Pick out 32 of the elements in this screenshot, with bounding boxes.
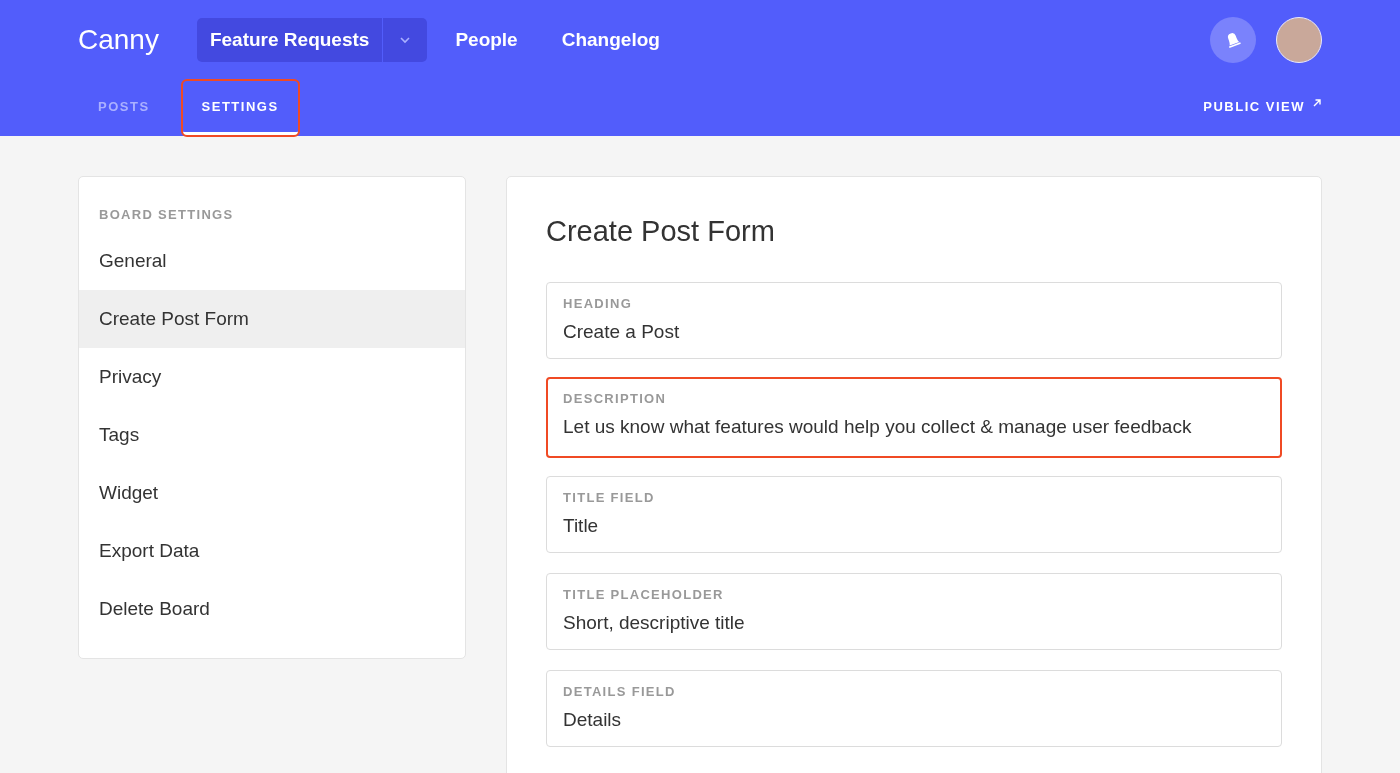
- field-label: TITLE PLACEHOLDER: [563, 587, 725, 602]
- input-field[interactable]: TITLE FIELD Title: [546, 476, 1282, 553]
- field-label: DETAILS FIELD: [563, 684, 677, 699]
- form-title: Create Post Form: [546, 215, 776, 248]
- text-input[interactable]: Title: [563, 515, 1265, 537]
- sidebar-item[interactable]: Create Post Form: [79, 290, 465, 348]
- text-input[interactable]: Let us know what features would help you collect & manage user feedback: [563, 416, 1265, 438]
- nav-link[interactable]: People: [455, 29, 518, 51]
- external-arrow-icon: [1312, 98, 1322, 108]
- input-field[interactable]: DESCRIPTION Let us know what features would help you collect & manage user feedback: [546, 377, 1282, 458]
- avatar[interactable]: [1276, 17, 1322, 63]
- text-input[interactable]: Create a Post: [563, 321, 1265, 343]
- sidebar-item[interactable]: General: [79, 232, 465, 290]
- nav-link[interactable]: Changelog: [561, 29, 660, 51]
- sidebar-heading: BOARD SETTINGS: [98, 206, 235, 224]
- sidebar-item[interactable]: Tags: [79, 406, 465, 464]
- input-field[interactable]: TITLE PLACEHOLDER Short, descriptive title: [546, 573, 1282, 650]
- sidebar-item[interactable]: Widget: [79, 464, 465, 522]
- text-input[interactable]: Details: [563, 709, 1265, 731]
- public-view-link[interactable]: PUBLIC VIEW: [1203, 98, 1305, 114]
- notifications-button[interactable]: [1210, 17, 1256, 63]
- sidebar-item[interactable]: Export Data: [79, 522, 465, 580]
- sidebar-item[interactable]: Privacy: [79, 348, 465, 406]
- logo[interactable]: Canny: [78, 24, 159, 56]
- field-label: TITLE FIELD: [563, 490, 656, 505]
- field-label: DESCRIPTION: [563, 391, 668, 406]
- text-input[interactable]: Short, descriptive title: [563, 612, 1265, 634]
- sidebar-item[interactable]: Delete Board: [79, 580, 465, 638]
- input-field[interactable]: HEADING Create a Post: [546, 282, 1282, 359]
- tab[interactable]: SETTINGS: [181, 80, 299, 136]
- input-field[interactable]: DETAILS FIELD Details: [546, 670, 1282, 747]
- field-label: HEADING: [563, 296, 634, 311]
